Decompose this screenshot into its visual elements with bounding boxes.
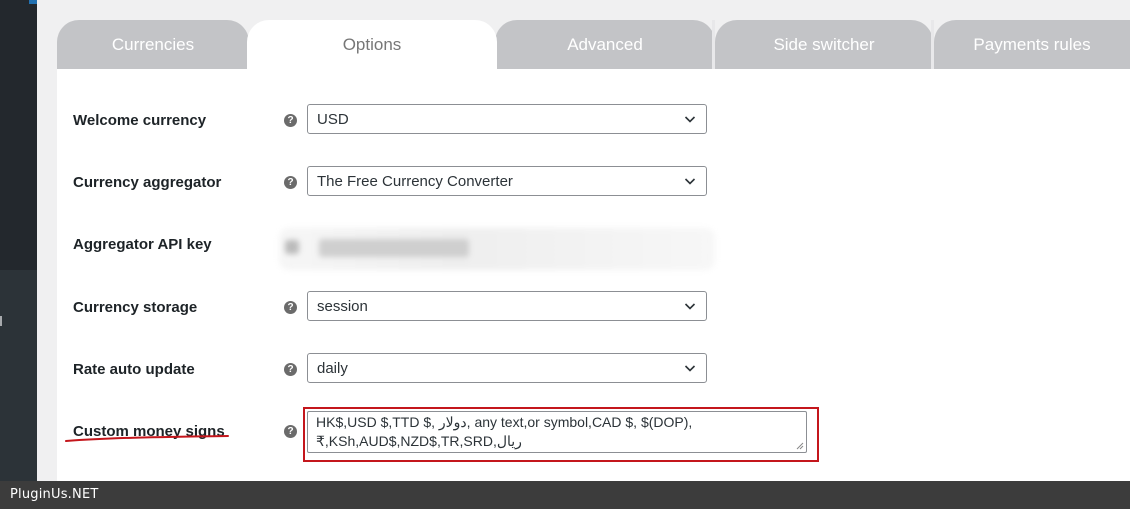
admin-sidebar-menu: [0, 0, 37, 270]
tab-label: Options: [342, 34, 402, 54]
question-circle-icon[interactable]: ?: [284, 425, 297, 438]
settings-tabs: Currencies Options Advanced Side switche…: [57, 20, 1130, 69]
chevron-down-icon: [684, 178, 696, 185]
tab-payments-rules[interactable]: Payments rules: [934, 20, 1130, 69]
rate-auto-update-value: daily: [317, 359, 348, 377]
blurred-api-key-value: [319, 239, 469, 257]
tab-label: Side switcher: [773, 34, 875, 54]
tab-divider: [931, 20, 934, 69]
footer-brand-text: PluginUs.NET: [10, 487, 99, 502]
tab-divider: [712, 20, 715, 69]
custom-money-signs-value: HK$,USD $,TTD $, دولار, any text,or symb…: [316, 414, 693, 449]
chevron-down-icon: [684, 116, 696, 123]
option-row-currency-aggregator: Currency aggregator ? The Free Currency …: [57, 166, 1130, 206]
currency-storage-label: Currency storage: [73, 299, 198, 316]
currency-aggregator-value: The Free Currency Converter: [317, 172, 513, 190]
question-circle-icon[interactable]: ?: [284, 301, 297, 314]
resize-handle-icon[interactable]: [796, 442, 804, 450]
currency-aggregator-select[interactable]: The Free Currency Converter: [307, 166, 707, 196]
welcome-currency-select[interactable]: USD: [307, 104, 707, 134]
admin-sidebar: [0, 0, 37, 481]
currency-storage-value: session: [317, 297, 368, 315]
tab-currencies[interactable]: Currencies: [57, 20, 249, 69]
options-panel: Welcome currency ? USD Currency aggregat…: [57, 69, 1130, 481]
question-circle-icon[interactable]: ?: [284, 114, 297, 127]
tab-advanced[interactable]: Advanced: [495, 20, 715, 69]
api-key-field-obscured[interactable]: [279, 228, 715, 270]
option-row-rate-auto-update: Rate auto update ? daily: [57, 353, 1130, 393]
currency-storage-select[interactable]: session: [307, 291, 707, 321]
question-circle-icon[interactable]: ?: [284, 363, 297, 376]
option-row-aggregator-api-key: Aggregator API key: [57, 228, 1130, 270]
welcome-currency-label: Welcome currency: [73, 112, 207, 129]
active-menu-indicator: [29, 0, 37, 4]
question-circle-icon[interactable]: ?: [284, 176, 297, 189]
aggregator-api-key-label: Aggregator API key: [73, 236, 212, 253]
welcome-currency-value: USD: [317, 110, 349, 128]
rate-auto-update-select[interactable]: daily: [307, 353, 707, 383]
red-underline-annotation: [65, 435, 229, 442]
tab-options[interactable]: Options: [247, 20, 497, 69]
tab-label: Payments rules: [973, 34, 1091, 54]
collapsed-menu-item[interactable]: [0, 316, 2, 326]
tab-label: Currencies: [111, 34, 195, 54]
blurred-help-icon: [285, 240, 299, 254]
tab-side-switcher[interactable]: Side switcher: [715, 20, 933, 69]
chevron-down-icon: [684, 303, 696, 310]
rate-auto-update-label: Rate auto update: [73, 361, 195, 378]
option-row-currency-storage: Currency storage ? session: [57, 291, 1130, 331]
option-row-welcome-currency: Welcome currency ? USD: [57, 104, 1130, 144]
chevron-down-icon: [684, 365, 696, 372]
option-row-custom-money-signs: Custom money signs ? HK$,USD $,TTD $, دو…: [57, 407, 1130, 465]
custom-money-signs-textarea[interactable]: HK$,USD $,TTD $, دولار, any text,or symb…: [307, 411, 807, 453]
settings-content: Currencies Options Advanced Side switche…: [37, 0, 1130, 481]
currency-aggregator-label: Currency aggregator: [73, 174, 222, 191]
footer-bar: PluginUs.NET: [0, 481, 1130, 509]
tab-label: Advanced: [567, 34, 643, 54]
